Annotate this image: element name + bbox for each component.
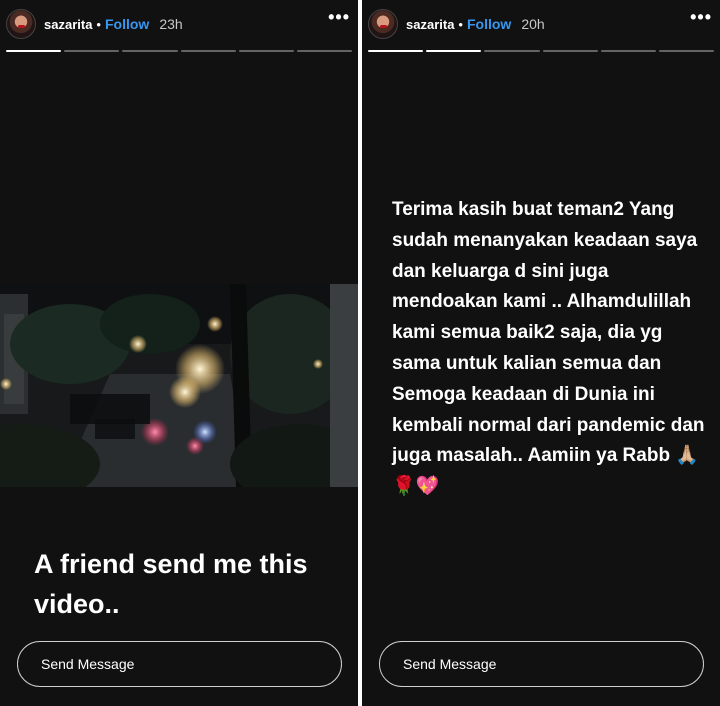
story-caption: A friend send me this video.. — [34, 549, 308, 619]
follow-button[interactable]: Follow — [105, 16, 149, 32]
story-panel-left[interactable]: sazarita • Follow 23h ••• A friend send … — [0, 0, 358, 706]
progress-segment — [180, 50, 236, 52]
progress-segment — [484, 50, 540, 52]
story-progress-bar — [6, 50, 353, 52]
username[interactable]: sazarita — [44, 17, 92, 32]
night-street-scene — [0, 284, 358, 487]
follow-button[interactable]: Follow — [467, 16, 511, 32]
progress-segment — [600, 50, 656, 52]
more-options-icon[interactable]: ••• — [690, 8, 712, 26]
timestamp: 23h — [159, 16, 183, 32]
separator-dot: • — [96, 16, 101, 32]
timestamp: 20h — [521, 16, 545, 32]
story-video[interactable] — [0, 284, 358, 487]
progress-segment — [238, 50, 294, 52]
story-panel-right[interactable]: sazarita • Follow 20h ••• Terima kasih b… — [362, 0, 720, 706]
send-message-input[interactable]: Send Message — [17, 641, 342, 687]
send-message-input[interactable]: Send Message — [379, 641, 704, 687]
progress-segment — [64, 50, 120, 52]
separator-dot: • — [458, 16, 463, 32]
story-header: sazarita • Follow 20h ••• — [362, 0, 720, 48]
progress-segment — [658, 50, 715, 52]
story-progress-bar — [368, 50, 715, 52]
avatar[interactable] — [368, 9, 398, 39]
username[interactable]: sazarita — [406, 17, 454, 32]
story-text: Terima kasih buat teman2 Yang sudah mena… — [392, 199, 705, 498]
progress-segment — [6, 50, 62, 52]
progress-segment — [296, 50, 353, 52]
progress-segment — [368, 50, 424, 52]
avatar[interactable] — [6, 9, 36, 39]
more-options-icon[interactable]: ••• — [328, 8, 350, 26]
progress-segment — [542, 50, 598, 52]
progress-segment — [426, 50, 482, 52]
progress-segment — [122, 50, 178, 52]
story-header: sazarita • Follow 23h ••• — [0, 0, 358, 48]
